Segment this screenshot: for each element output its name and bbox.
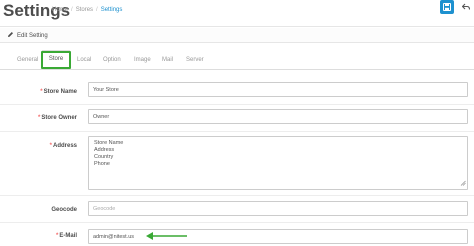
panel-title: Edit Setting	[17, 33, 48, 39]
breadcrumb-stores[interactable]: Stores	[76, 7, 93, 13]
store-name-input[interactable]	[88, 82, 468, 97]
breadcrumb-home[interactable]: Home	[52, 7, 68, 13]
tab-server[interactable]: Server	[186, 56, 204, 64]
required-marker: *	[49, 143, 52, 149]
email-label: *E-Mail	[56, 232, 77, 240]
breadcrumb: Home / Stores / Settings	[52, 6, 122, 15]
store-owner-label: *Store Owner	[38, 114, 77, 122]
settings-tabs: General Store Local Option Image Mail Se…	[0, 46, 474, 70]
form-group-address: *Address Store Name Address Country Phon…	[0, 132, 474, 196]
resize-grip-icon[interactable]	[460, 180, 466, 186]
panel-heading: Edit Setting	[0, 28, 474, 43]
store-owner-input[interactable]	[88, 109, 468, 124]
floppy-disk-icon	[443, 3, 451, 11]
tab-local[interactable]: Local	[77, 56, 91, 64]
annotation-arrow-icon	[146, 232, 187, 240]
required-marker: *	[55, 233, 59, 239]
breadcrumb-separator: /	[96, 7, 98, 13]
form-group-geocode: Geocode	[0, 196, 474, 223]
breadcrumb-settings[interactable]: Settings	[101, 7, 123, 13]
form-group-email: *E-Mail	[0, 223, 474, 246]
store-name-label: *Store Name	[40, 88, 77, 96]
save-button[interactable]	[440, 0, 454, 14]
geocode-input[interactable]	[88, 201, 468, 216]
address-textarea[interactable]: Store Name Address Country Phone	[88, 136, 468, 190]
geocode-label: Geocode	[51, 207, 77, 213]
tab-general[interactable]: General	[17, 56, 38, 64]
back-button[interactable]	[459, 0, 473, 14]
form-group-store-owner: *Store Owner	[0, 105, 474, 132]
pencil-icon	[8, 32, 13, 37]
address-label-text: Address	[52, 143, 77, 149]
required-marker: *	[40, 89, 43, 95]
store-name-label-text: Store Name	[43, 89, 77, 95]
required-marker: *	[37, 115, 41, 121]
store-owner-label-text: Store Owner	[41, 115, 77, 121]
breadcrumb-separator: /	[71, 7, 73, 13]
active-tab-highlight	[41, 51, 71, 69]
address-label: *Address	[50, 142, 77, 150]
reply-arrow-icon	[462, 3, 470, 10]
tab-mail[interactable]: Mail	[162, 56, 173, 64]
tab-image[interactable]: Image	[134, 56, 151, 64]
page-header: Settings Home / Stores / Settings	[0, 0, 474, 27]
email-label-text: E-Mail	[59, 233, 77, 239]
form-group-store-name: *Store Name	[0, 79, 474, 105]
tab-option[interactable]: Option	[103, 56, 121, 64]
